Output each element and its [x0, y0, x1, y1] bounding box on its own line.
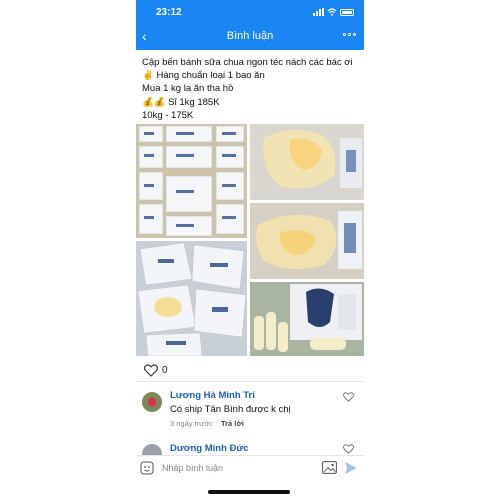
comment-composer: Nhập bình luận: [136, 455, 364, 480]
page-title: Bình luận: [226, 30, 274, 42]
more-icon[interactable]: [343, 33, 356, 36]
comment-meta: 3 ngày trước Trả lời: [170, 419, 244, 428]
photo-boxes-of-yogurt-cakes[interactable]: [136, 124, 247, 238]
reaction-row: 0: [144, 364, 168, 377]
image-icon[interactable]: [322, 461, 337, 474]
reply-button[interactable]: Trả lời: [221, 419, 244, 428]
post-line: 10kg - 175K: [142, 109, 194, 121]
status-bar: 23:12: [136, 0, 364, 24]
status-icons: [313, 8, 354, 16]
divider: [136, 381, 364, 382]
header-bar: ‹ Bình luận: [136, 24, 364, 50]
comment-author[interactable]: Dương Minh Đức: [170, 443, 249, 454]
post-text: Cập bến bánh sữa chua ngon téc nách các …: [142, 56, 360, 122]
photo-cake-closeup[interactable]: [250, 124, 364, 200]
status-time: 23:12: [156, 7, 182, 18]
send-icon[interactable]: [344, 461, 358, 475]
sticker-icon[interactable]: [140, 461, 154, 475]
heart-icon[interactable]: [343, 392, 354, 402]
heart-icon[interactable]: [343, 444, 354, 454]
comment-author[interactable]: Lương Hà Minh Trí: [170, 390, 255, 401]
battery-icon: [340, 8, 354, 16]
comment-text: Có ship Tân Bình được k chị: [170, 404, 291, 415]
photo-cake-in-wrapper[interactable]: [250, 203, 364, 279]
photo-wrapped-cakes-pile[interactable]: [136, 241, 247, 356]
wifi-icon: [327, 8, 337, 16]
post-line: Mua 1 kg la ăn tha hồ: [142, 83, 234, 95]
comment-time: 3 ngày trước: [170, 419, 213, 428]
comment-item: Dương Minh Đức: [142, 440, 360, 456]
like-count: 0: [162, 365, 168, 376]
comment-input[interactable]: Nhập bình luận: [162, 463, 223, 473]
post-line: Cập bến bánh sữa chua ngon téc nách các …: [142, 57, 353, 68]
post-line: 💰💰 Sỉ 1kg 185K: [142, 96, 220, 108]
post-line: ✌️ Hàng chuẩn loại 1 bao ăn: [142, 70, 265, 82]
avatar[interactable]: [142, 392, 162, 412]
home-indicator: [208, 490, 290, 494]
phone-screen: 23:12 ‹ Bình luận Cập bến bánh sữa chua …: [136, 0, 364, 498]
photo-brand-package[interactable]: [250, 282, 364, 356]
signal-icon: [313, 8, 324, 16]
heart-icon[interactable]: [144, 364, 158, 377]
